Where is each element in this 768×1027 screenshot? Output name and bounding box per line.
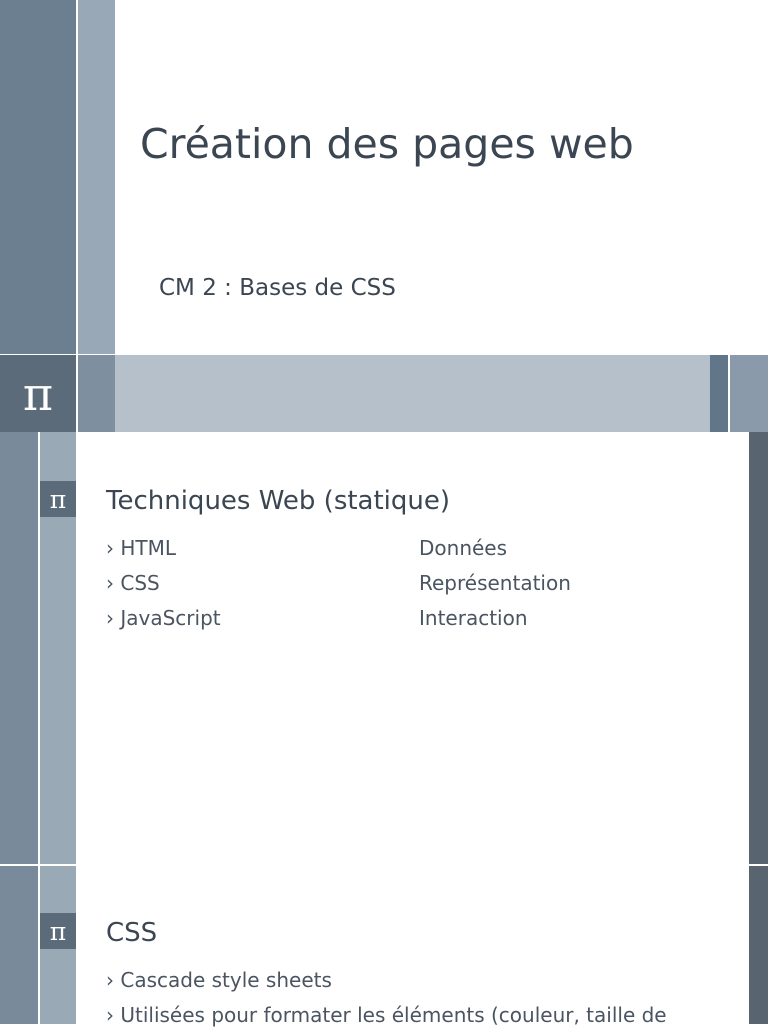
slide1-sidebar-dark — [0, 432, 38, 864]
title-sidebar-dark — [0, 0, 76, 354]
bullet-html-desc: Données — [419, 536, 508, 560]
bullet-javascript: › JavaScript — [106, 606, 221, 630]
pi-icon: π — [40, 913, 76, 949]
bullet-css: › CSS — [106, 571, 160, 595]
band-block-end — [730, 355, 768, 432]
slide1-right-bar — [749, 432, 768, 864]
bullet-utilisees: › Utilisées pour formater les éléments (… — [106, 1003, 667, 1027]
pi-icon: π — [40, 481, 76, 517]
pi-logo-icon: π — [0, 355, 76, 432]
slide2-heading: CSS — [106, 918, 158, 948]
bullet-css-desc: Représentation — [419, 571, 571, 595]
bullet-cascade: › Cascade style sheets — [106, 968, 332, 992]
band-block-grey — [78, 355, 115, 432]
band-main — [115, 355, 710, 432]
bullet-javascript-desc: Interaction — [419, 606, 528, 630]
presentation-title: Création des pages web — [140, 120, 634, 168]
slide2-sidebar-dark — [0, 866, 38, 1024]
slide1-heading: Techniques Web (statique) — [106, 486, 451, 516]
bullet-html: › HTML — [106, 536, 177, 560]
slide2-right-bar — [749, 866, 768, 1024]
band-block-dark — [710, 355, 728, 432]
title-sidebar-light — [78, 0, 115, 354]
presentation-subtitle: CM 2 : Bases de CSS — [159, 275, 396, 301]
